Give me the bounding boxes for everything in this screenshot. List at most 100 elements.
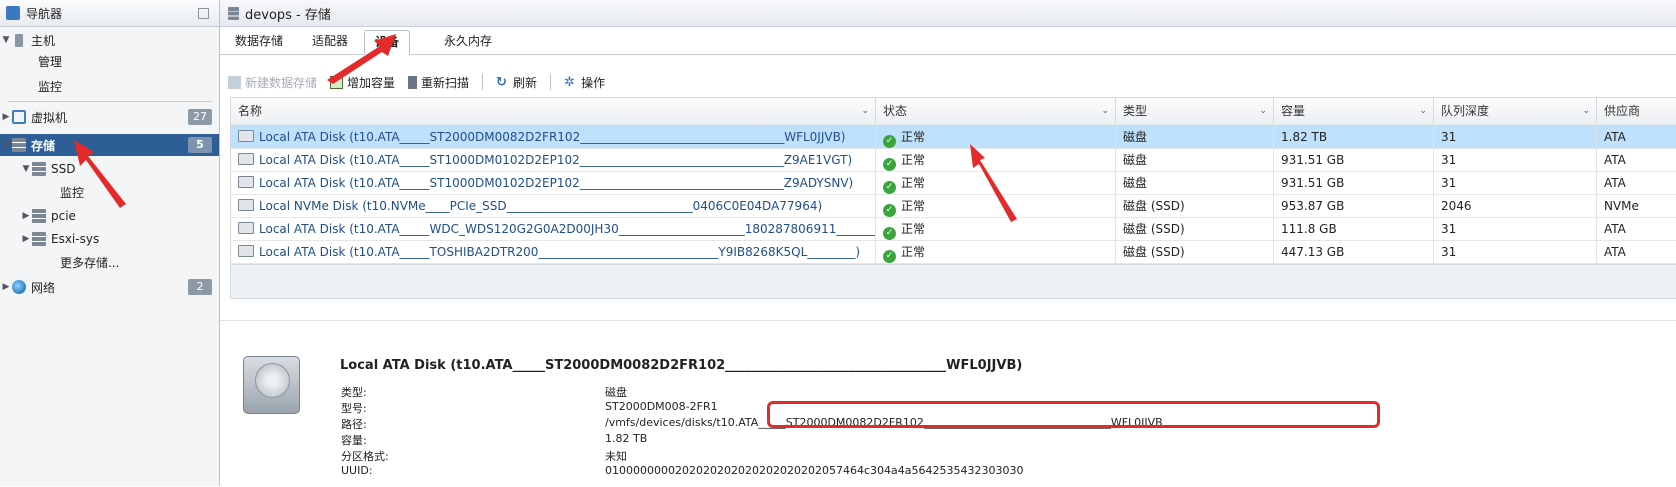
column-header-type[interactable]: 类型 ⌄ <box>1116 98 1274 125</box>
cell-capacity: 931.51 GB <box>1274 149 1434 171</box>
cell-queue: 31 <box>1434 126 1597 148</box>
disk-icon <box>238 130 254 142</box>
detail-label: 型号: <box>341 402 367 415</box>
cell-text: 31 <box>1441 245 1457 259</box>
table-row[interactable]: Local ATA Disk (t10.ATA_____TOSHIBA2DTR2… <box>231 241 1676 264</box>
cell-type: 磁盘 <box>1116 149 1274 171</box>
table-row[interactable]: Local NVMe Disk (t10.NVMe____PCIe_SSD___… <box>231 195 1676 218</box>
cell-text: 31 <box>1441 153 1457 167</box>
cell-text: 磁盘 <box>1123 130 1148 144</box>
nav-item-label: pcie <box>51 209 76 223</box>
highlight-box-path <box>767 401 1380 428</box>
chevron-right-icon[interactable]: ▶ <box>0 282 12 292</box>
detail-label: 容量: <box>341 434 367 447</box>
column-header-name[interactable]: 名称 ⌄ <box>231 98 876 125</box>
nav-item-manage[interactable]: 管理 <box>0 50 219 72</box>
table-row[interactable]: Local ATA Disk (t10.ATA_____ST1000DM0102… <box>231 149 1676 172</box>
nav-item-ssd-monitor[interactable]: 监控 <box>0 181 219 203</box>
chevron-down-icon[interactable]: ▼ <box>0 35 12 45</box>
cell-vendor: ATA <box>1597 126 1676 148</box>
datastore-icon <box>32 232 46 246</box>
nav-item-network[interactable]: ▶ 网络 2 <box>0 276 219 298</box>
cell-capacity: 1.82 TB <box>1274 126 1434 148</box>
chevron-right-icon[interactable]: ▶ <box>20 234 32 244</box>
cell-name: Local ATA Disk (t10.ATA_____ST2000DM0082… <box>231 126 876 148</box>
nav-item-label: 虚拟机 <box>31 110 68 125</box>
tab-devices[interactable]: 设备 <box>364 30 411 55</box>
increase-capacity-button[interactable]: 增加容量 <box>330 74 395 91</box>
table-row[interactable]: Local ATA Disk (t10.ATA_____WDC_WDS120G2… <box>231 218 1676 241</box>
new-datastore-button[interactable]: 新建数据存储 <box>228 74 317 91</box>
cell-type: 磁盘 (SSD) <box>1116 195 1274 217</box>
cell-text: 磁盘 (SSD) <box>1123 222 1185 236</box>
nav-item-label: 管理 <box>38 54 63 69</box>
cell-text: NVMe <box>1604 199 1639 213</box>
cell-vendor: ATA <box>1597 172 1676 194</box>
table-empty-area <box>231 264 1676 298</box>
cell-text: Local ATA Disk (t10.ATA_____ST1000DM0102… <box>259 153 853 167</box>
toolbar: 新建数据存储 增加容量 重新扫描 ↻ 刷新 ✲ 操作 <box>228 72 618 92</box>
toolbar-label: 刷新 <box>513 75 538 90</box>
cell-name: Local ATA Disk (t10.ATA_____ST1000DM0102… <box>231 172 876 194</box>
cell-type: 磁盘 (SSD) <box>1116 218 1274 240</box>
toolbar-label: 新建数据存储 <box>245 75 318 90</box>
cell-capacity: 931.51 GB <box>1274 172 1434 194</box>
nav-item-more-storage[interactable]: 更多存储... <box>0 251 219 273</box>
cell-text: ATA <box>1604 176 1626 190</box>
column-header-queue-depth[interactable]: 队列深度 ⌄ <box>1434 98 1597 125</box>
nav-item-host[interactable]: ▼ 主机 <box>0 29 219 51</box>
chevron-down-icon: ⌄ <box>861 106 869 116</box>
actions-button[interactable]: ✲ 操作 <box>564 74 605 91</box>
chevron-down-icon[interactable]: ▼ <box>0 140 12 150</box>
cell-text: Local ATA Disk (t10.ATA_____WDC_WDS120G2… <box>259 222 876 236</box>
cell-text: 磁盘 (SSD) <box>1123 199 1185 213</box>
detail-value: 0100000000202020202020202020202057464c30… <box>605 464 1024 477</box>
status-ok-icon: ✓ <box>883 135 896 148</box>
nav-item-ssd[interactable]: ▼ SSD <box>0 158 219 180</box>
cell-text: 31 <box>1441 130 1457 144</box>
nav-item-esxi-sys[interactable]: ▶ Esxi-sys <box>0 228 219 250</box>
detail-value: 未知 <box>605 450 627 463</box>
cell-text: 31 <box>1441 222 1457 236</box>
datastore-icon <box>32 162 46 176</box>
toolbar-label: 重新扫描 <box>421 75 470 90</box>
nav-item-label: 监控 <box>60 185 85 200</box>
cell-text: 931.51 GB <box>1281 153 1345 167</box>
nav-item-vms[interactable]: ▶ 虚拟机 27 <box>0 106 219 128</box>
tab-adapters[interactable]: 适配器 <box>302 30 358 53</box>
refresh-button[interactable]: ↻ 刷新 <box>496 74 537 91</box>
network-icon <box>12 280 26 294</box>
chevron-right-icon[interactable]: ▶ <box>20 211 32 221</box>
refresh-icon: ↻ <box>496 74 507 90</box>
host-icon <box>15 33 23 47</box>
rescan-button[interactable]: 重新扫描 <box>408 74 469 91</box>
table-row[interactable]: Local ATA Disk (t10.ATA_____ST2000DM0082… <box>231 126 1676 149</box>
devices-table: 名称 ⌄ 状态 ⌄ 类型 ⌄ 容量 ⌄ 队列深度 ⌄ 供应商 Local ATA Disk… <box>230 97 1676 299</box>
cell-text: 447.13 GB <box>1281 245 1345 259</box>
table-row[interactable]: Local ATA Disk (t10.ATA_____ST1000DM0102… <box>231 172 1676 195</box>
column-header-status[interactable]: 状态 ⌄ <box>876 98 1116 125</box>
network-count-badge: 2 <box>188 279 212 295</box>
cell-queue: 31 <box>1434 241 1597 263</box>
cell-status: ✓ 正常 <box>876 126 1116 148</box>
cell-text: 111.8 GB <box>1281 222 1337 236</box>
nav-item-pcie[interactable]: ▶ pcie <box>0 205 219 227</box>
chevron-down-icon: ⌄ <box>1101 106 1109 116</box>
cell-queue: 2046 <box>1434 195 1597 217</box>
nav-item-storage[interactable]: ▼ 存储 5 <box>0 134 219 156</box>
column-header-capacity[interactable]: 容量 ⌄ <box>1274 98 1434 125</box>
nav-item-monitor[interactable]: 监控 <box>0 75 219 97</box>
chevron-down-icon: ⌄ <box>1582 106 1590 116</box>
cell-text: 正常 <box>901 153 926 167</box>
tab-persistent-memory[interactable]: 永久内存 <box>434 30 502 53</box>
chevron-down-icon[interactable]: ▼ <box>20 164 32 174</box>
cell-text: Local ATA Disk (t10.ATA_____ST1000DM0102… <box>259 176 854 190</box>
cell-status: ✓ 正常 <box>876 172 1116 194</box>
column-header-vendor[interactable]: 供应商 <box>1597 98 1676 125</box>
collapse-panel-icon[interactable] <box>198 7 209 19</box>
navigator-panel: 导航器 ▼ 主机 管理 监控 ▶ 虚拟机 27 ▼ 存储 5 ▼ SSD 监控 … <box>0 0 220 486</box>
tab-datastores[interactable]: 数据存储 <box>225 30 293 53</box>
chevron-right-icon[interactable]: ▶ <box>0 112 12 122</box>
toolbar-label: 增加容量 <box>347 75 396 90</box>
vmware-logo-icon <box>6 6 20 20</box>
